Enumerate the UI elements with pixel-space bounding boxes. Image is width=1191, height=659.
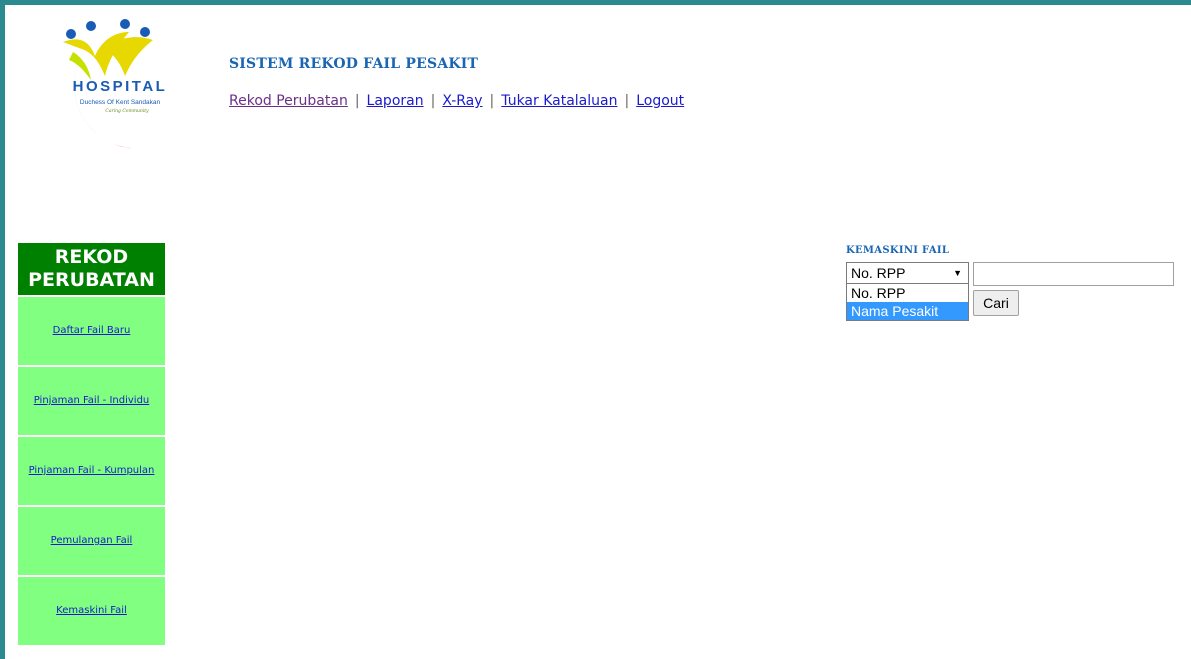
search-input[interactable] [973,262,1174,286]
update-file-panel: KEMASKINI FAIL No. RPP ▼ No. RPP Nama Pe… [846,245,1174,321]
top-navigation: Rekod Perubatan | Laporan | X-Ray | Tuka… [229,93,684,109]
panel-title: KEMASKINI FAIL [846,245,950,256]
search-button[interactable]: Cari [973,290,1019,316]
sidebar-item-pinjaman-individu: Pinjaman Fail - Individu [16,367,167,437]
sidebar-link-pinjaman-individu[interactable]: Pinjaman Fail - Individu [30,395,154,407]
sidebar-item-pinjaman-kumpulan: Pinjaman Fail - Kumpulan [16,437,167,507]
sidebar: REKOD PERUBATAN Daftar Fail Baru Pinjama… [16,241,167,647]
nav-link-laporan[interactable]: Laporan [367,93,424,109]
logo-word: HOSPITAL [73,78,168,95]
logo-tagline: Caring Community [105,108,149,114]
select-value: No. RPP [851,265,906,281]
search-type-options: No. RPP Nama Pesakit [846,284,969,321]
nav-link-x-ray[interactable]: X-Ray [442,93,482,109]
nav-link-logout[interactable]: Logout [636,93,684,109]
sidebar-heading: REKOD PERUBATAN [16,241,167,297]
option-nama-pesakit[interactable]: Nama Pesakit [847,302,968,320]
sidebar-link-pinjaman-kumpulan[interactable]: Pinjaman Fail - Kumpulan [25,465,159,477]
search-type-select[interactable]: No. RPP ▼ [846,262,969,284]
nav-separator: | [489,93,495,109]
sidebar-link-kemaskini-fail[interactable]: Kemaskini Fail [52,605,131,617]
system-title: SISTEM REKOD FAIL PESAKIT [229,56,479,72]
sidebar-item-pemulangan-fail: Pemulangan Fail [16,507,167,577]
sidebar-link-pemulangan-fail[interactable]: Pemulangan Fail [47,535,137,547]
option-no-rpp[interactable]: No. RPP [847,284,968,302]
nav-separator: | [624,93,630,109]
sidebar-item-daftar-fail-baru: Daftar Fail Baru [16,297,167,367]
nav-separator: | [354,93,360,109]
logo-subtitle: Duchess Of Kent Sandakan [80,99,161,106]
sidebar-item-kemaskini-fail: Kemaskini Fail [16,577,167,647]
nav-separator: | [430,93,436,109]
nav-link-tukar-katalaluan[interactable]: Tukar Katalaluan [501,93,617,109]
dropdown-arrow-icon: ▼ [953,268,962,278]
hospital-logo: HOSPITAL Duchess Of Kent Sandakan Caring… [63,19,177,149]
page-frame: HOSPITAL Duchess Of Kent Sandakan Caring… [5,5,1191,659]
nav-link-rekod-perubatan[interactable]: Rekod Perubatan [229,93,348,109]
sidebar-link-daftar-fail-baru[interactable]: Daftar Fail Baru [49,325,135,337]
